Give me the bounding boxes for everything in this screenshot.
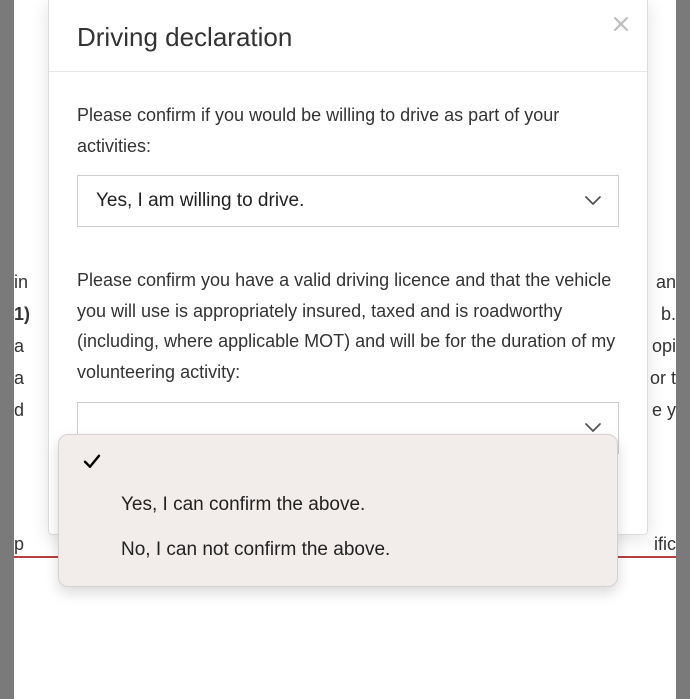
question1-select[interactable]: Yes, I am willing to drive. <box>77 175 619 227</box>
question1-label: Please confirm if you would be willing t… <box>77 100 619 161</box>
dropdown-option-blank[interactable] <box>59 447 617 483</box>
bg-text: in <box>14 272 28 293</box>
bg-text: an <box>656 272 676 293</box>
bg-text: ific <box>654 534 676 555</box>
dropdown-option-no[interactable]: No, I can not confirm the above. <box>59 528 617 573</box>
chevron-down-icon <box>584 195 602 207</box>
close-icon <box>613 12 629 37</box>
dropdown-option-label: Yes, I can confirm the above. <box>121 494 365 515</box>
close-button[interactable] <box>613 14 629 36</box>
modal-title: Driving declaration <box>77 22 619 53</box>
bg-text: e y <box>652 400 676 421</box>
check-icon <box>83 451 101 480</box>
bg-text: d <box>14 400 24 421</box>
dropdown-option-label: No, I can not confirm the above. <box>121 539 390 560</box>
question1-selected-value: Yes, I am willing to drive. <box>96 190 304 211</box>
bg-text: 1) <box>14 304 30 325</box>
question2-label: Please confirm you have a valid driving … <box>77 265 619 387</box>
modal-body: Please confirm if you would be willing t… <box>49 72 647 454</box>
bg-text: p <box>14 534 24 555</box>
modal-header: Driving declaration <box>49 0 647 72</box>
bg-text: opi <box>652 336 676 357</box>
bg-text: or t <box>650 368 676 389</box>
question2-dropdown: Yes, I can confirm the above. No, I can … <box>58 434 618 587</box>
dropdown-option-yes[interactable]: Yes, I can confirm the above. <box>59 483 617 528</box>
bg-text: a <box>14 336 24 357</box>
bg-text: a <box>14 368 24 389</box>
chevron-down-icon <box>584 422 602 434</box>
bg-text: b. <box>661 304 676 325</box>
